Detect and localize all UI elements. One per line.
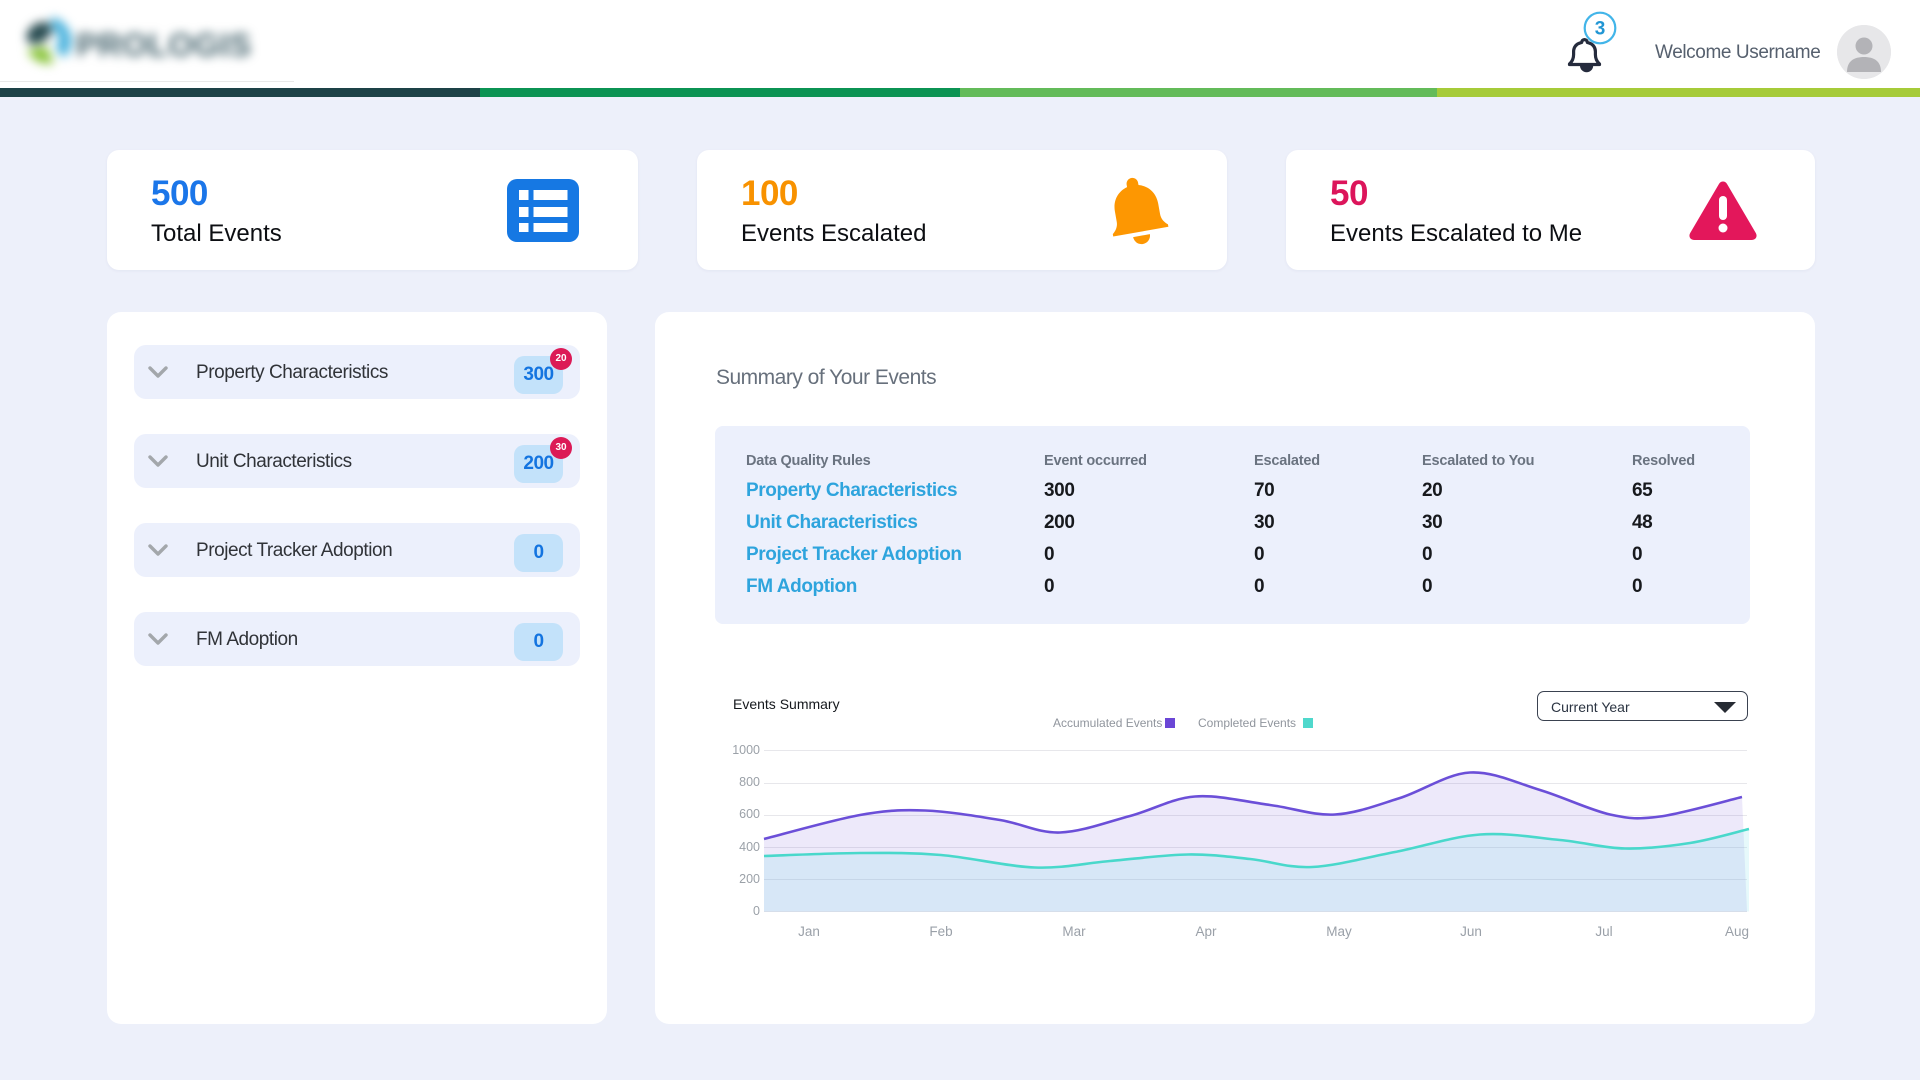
svg-text:PROLOGIS: PROLOGIS	[76, 27, 252, 63]
svg-text:3: 3	[1595, 19, 1606, 40]
